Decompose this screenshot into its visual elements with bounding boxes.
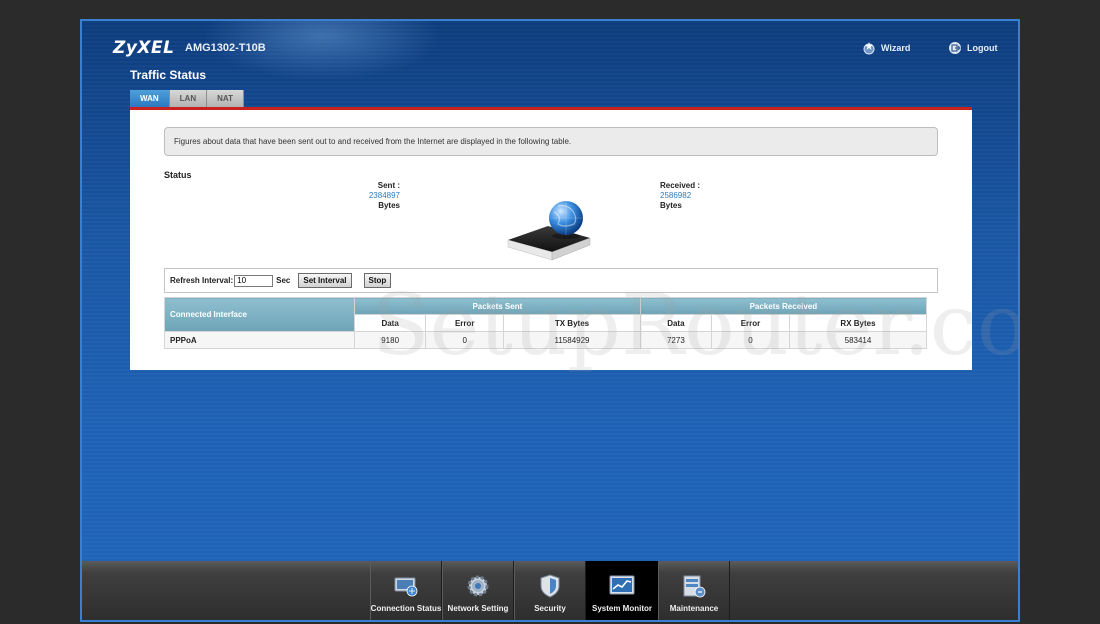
column-header: Data xyxy=(639,314,713,332)
nav-maintenance[interactable]: Maintenance xyxy=(658,561,730,620)
nav-label: System Monitor xyxy=(591,604,652,613)
page-title: Traffic Status xyxy=(130,68,207,82)
tab-lan[interactable]: LAN xyxy=(169,90,208,107)
received-unit: Bytes xyxy=(660,201,682,210)
column-header: RX Bytes xyxy=(788,314,928,332)
packets-sent-header: Packets Sent xyxy=(354,297,641,315)
table-cell-interface: PPPoA xyxy=(164,331,355,349)
logout-link[interactable]: Logout xyxy=(948,41,998,55)
packets-received-header: Packets Received xyxy=(639,297,928,315)
nav-label: Network Setting xyxy=(447,604,509,613)
status-heading: Status xyxy=(164,170,192,180)
sent-label: Sent : xyxy=(377,181,400,190)
stop-button[interactable]: Stop xyxy=(363,273,392,288)
maintenance-icon xyxy=(683,575,706,598)
received-value: 2586982 xyxy=(660,191,692,200)
router-globe-icon xyxy=(507,201,591,261)
router-admin-window: ZyXEL AMG1302-T10B Wizard Logout Traffic… xyxy=(80,19,1020,622)
system-monitor-icon xyxy=(609,575,635,595)
sent-block: Sent : 2384897 Bytes xyxy=(368,181,400,211)
nav-security[interactable]: Security xyxy=(514,561,586,620)
refresh-bar: Refresh Interval: Sec Set Interval Stop xyxy=(164,268,938,293)
model-name: AMG1302-T10B xyxy=(185,42,266,54)
bottom-nav: Connection Status Network Setting Securi… xyxy=(82,561,1018,620)
table-row: PPPoA 9180 0 11584929 7273 0 583414 xyxy=(164,331,928,349)
wizard-icon xyxy=(862,41,876,55)
tab-nat[interactable]: NAT xyxy=(207,90,244,107)
table-cell: 7273 xyxy=(639,331,713,349)
tab-wan[interactable]: WAN xyxy=(130,90,170,107)
set-interval-button[interactable]: Set Interval xyxy=(298,273,352,288)
table-cell: 11584929 xyxy=(503,331,641,349)
nav-label: Maintenance xyxy=(669,604,719,613)
wizard-label: Wizard xyxy=(881,43,911,53)
table-cell: 583414 xyxy=(788,331,928,349)
received-block: Received : 2586982 Bytes xyxy=(660,181,720,211)
traffic-table: Connected Interface Packets Sent Packets… xyxy=(164,297,928,349)
nav-label: Security xyxy=(534,604,566,613)
nav-label: Connection Status xyxy=(370,604,442,613)
connected-interface-header: Connected Interface xyxy=(164,297,355,332)
table-cell: 9180 xyxy=(353,331,427,349)
zyxel-logo: ZyXEL xyxy=(113,38,175,58)
security-shield-icon xyxy=(540,574,560,598)
network-setting-gear-icon xyxy=(467,575,489,597)
column-header: Data xyxy=(353,314,427,332)
tab-bar: WAN LAN NAT xyxy=(130,90,244,107)
column-header: Error xyxy=(711,314,790,332)
sent-unit: Bytes xyxy=(378,201,400,210)
wizard-link[interactable]: Wizard xyxy=(862,41,910,55)
content-panel: Figures about data that have been sent o… xyxy=(130,107,972,370)
table-cell: 0 xyxy=(425,331,505,349)
nav-system-monitor[interactable]: System Monitor xyxy=(586,561,658,620)
nav-network-setting[interactable]: Network Setting xyxy=(442,561,514,620)
info-box: Figures about data that have been sent o… xyxy=(164,127,938,156)
column-header: Error xyxy=(425,314,505,332)
received-label: Received : xyxy=(660,181,701,190)
connection-status-icon xyxy=(394,577,418,597)
refresh-interval-unit: Sec xyxy=(276,276,291,285)
refresh-interval-input[interactable] xyxy=(234,274,274,287)
table-cell: 0 xyxy=(711,331,790,349)
column-header: TX Bytes xyxy=(503,314,641,332)
logout-label: Logout xyxy=(967,43,998,53)
sent-value: 2384897 xyxy=(368,191,400,200)
refresh-interval-label: Refresh Interval: xyxy=(170,276,234,285)
nav-connection-status[interactable]: Connection Status xyxy=(370,561,442,620)
logout-icon xyxy=(948,41,962,55)
